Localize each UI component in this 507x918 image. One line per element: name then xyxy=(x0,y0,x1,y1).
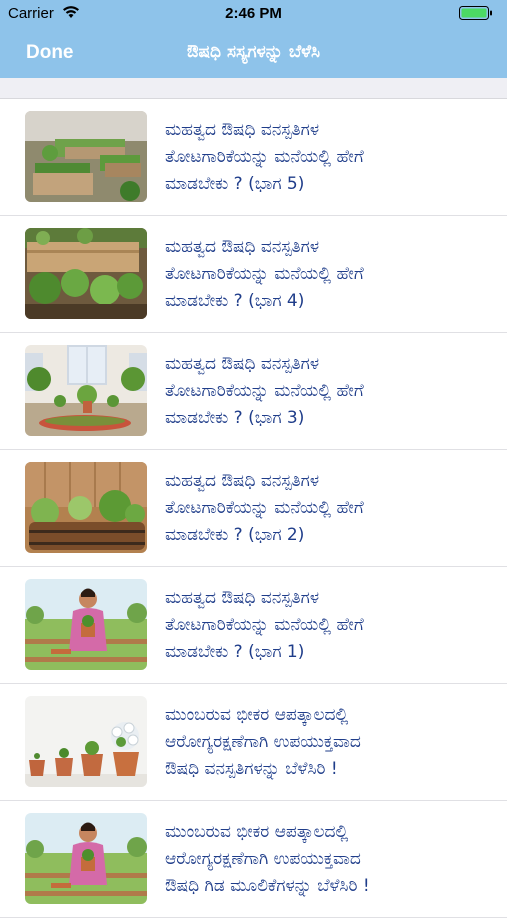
page-title: ಔಷಧಿ ಸಸ್ಯಗಳನ್ನು ಬೆಳೆಸಿ xyxy=(186,42,321,62)
article-title: ಮುಂಬರುವ ಭೀಕರ ಆಪತ್ಕಾಲದಲ್ಲಿ ಆರೋಗ್ಯರಕ್ಷಣೆಗಾ… xyxy=(165,705,361,779)
article-title: ಮುಂಬರುವ ಭೀಕರ ಆಪತ್ಕಾಲದಲ್ಲಿ ಆರೋಗ್ಯರಕ್ಷಣೆಗಾ… xyxy=(165,822,370,896)
article-thumbnail xyxy=(25,345,147,436)
article-thumbnail xyxy=(25,111,147,202)
list-item[interactable]: ಮಹತ್ವದ ಔಷಧಿ ವನಸ್ಪತಿಗಳ ತೋಟಗಾರಿಕೆಯನ್ನು ಮನೆ… xyxy=(0,99,507,216)
top-bar: Carrier 2:46 PM Done ಔಷಧಿ ಸಸ್ಯಗಳನ್ನು ಬೆಳ… xyxy=(0,0,507,78)
battery-icon xyxy=(459,6,492,20)
list-item[interactable]: ಮುಂಬರುವ ಭೀಕರ ಆಪತ್ಕಾಲದಲ್ಲಿ ಆರೋಗ್ಯರಕ್ಷಣೆಗಾ… xyxy=(0,801,507,918)
status-bar: Carrier 2:46 PM xyxy=(0,0,507,28)
article-title: ಮಹತ್ವದ ಔಷಧಿ ವನಸ್ಪತಿಗಳ ತೋಟಗಾರಿಕೆಯನ್ನು ಮನೆ… xyxy=(165,237,364,311)
list-item[interactable]: ಮಹತ್ವದ ಔಷಧಿ ವನಸ್ಪತಿಗಳ ತೋಟಗಾರಿಕೆಯನ್ನು ಮನೆ… xyxy=(0,450,507,567)
list-item[interactable]: ಮಹತ್ವದ ಔಷಧಿ ವನಸ್ಪತಿಗಳ ತೋಟಗಾರಿಕೆಯನ್ನು ಮನೆ… xyxy=(0,567,507,684)
article-title: ಮಹತ್ವದ ಔಷಧಿ ವನಸ್ಪತಿಗಳ ತೋಟಗಾರಿಕೆಯನ್ನು ಮನೆ… xyxy=(165,588,364,662)
article-thumbnail xyxy=(25,696,147,787)
clock: 2:46 PM xyxy=(225,5,282,22)
article-thumbnail xyxy=(25,813,147,904)
article-thumbnail xyxy=(25,462,147,553)
article-title: ಮಹತ್ವದ ಔಷಧಿ ವನಸ್ಪತಿಗಳ ತೋಟಗಾರಿಕೆಯನ್ನು ಮನೆ… xyxy=(165,120,364,194)
article-title: ಮಹತ್ವದ ಔಷಧಿ ವನಸ್ಪತಿಗಳ ತೋಟಗಾರಿಕೆಯನ್ನು ಮನೆ… xyxy=(165,471,364,545)
article-list: ಮಹತ್ವದ ಔಷಧಿ ವನಸ್ಪತಿಗಳ ತೋಟಗಾರಿಕೆಯನ್ನು ಮನೆ… xyxy=(0,98,507,918)
article-thumbnail xyxy=(25,228,147,319)
article-thumbnail xyxy=(25,579,147,670)
article-title: ಮಹತ್ವದ ಔಷಧಿ ವನಸ್ಪತಿಗಳ ತೋಟಗಾರಿಕೆಯನ್ನು ಮನೆ… xyxy=(165,354,364,428)
list-item[interactable]: ಮುಂಬರುವ ಭೀಕರ ಆಪತ್ಕಾಲದಲ್ಲಿ ಆರೋಗ್ಯರಕ್ಷಣೆಗಾ… xyxy=(0,684,507,801)
list-item[interactable]: ಮಹತ್ವದ ಔಷಧಿ ವನಸ್ಪತಿಗಳ ತೋಟಗಾರಿಕೆಯನ್ನು ಮನೆ… xyxy=(0,333,507,450)
navigation-bar: Done ಔಷಧಿ ಸಸ್ಯಗಳನ್ನು ಬೆಳೆಸಿ xyxy=(0,28,507,78)
list-item[interactable]: ಮಹತ್ವದ ಔಷಧಿ ವನಸ್ಪತಿಗಳ ತೋಟಗಾರಿಕೆಯನ್ನು ಮನೆ… xyxy=(0,216,507,333)
